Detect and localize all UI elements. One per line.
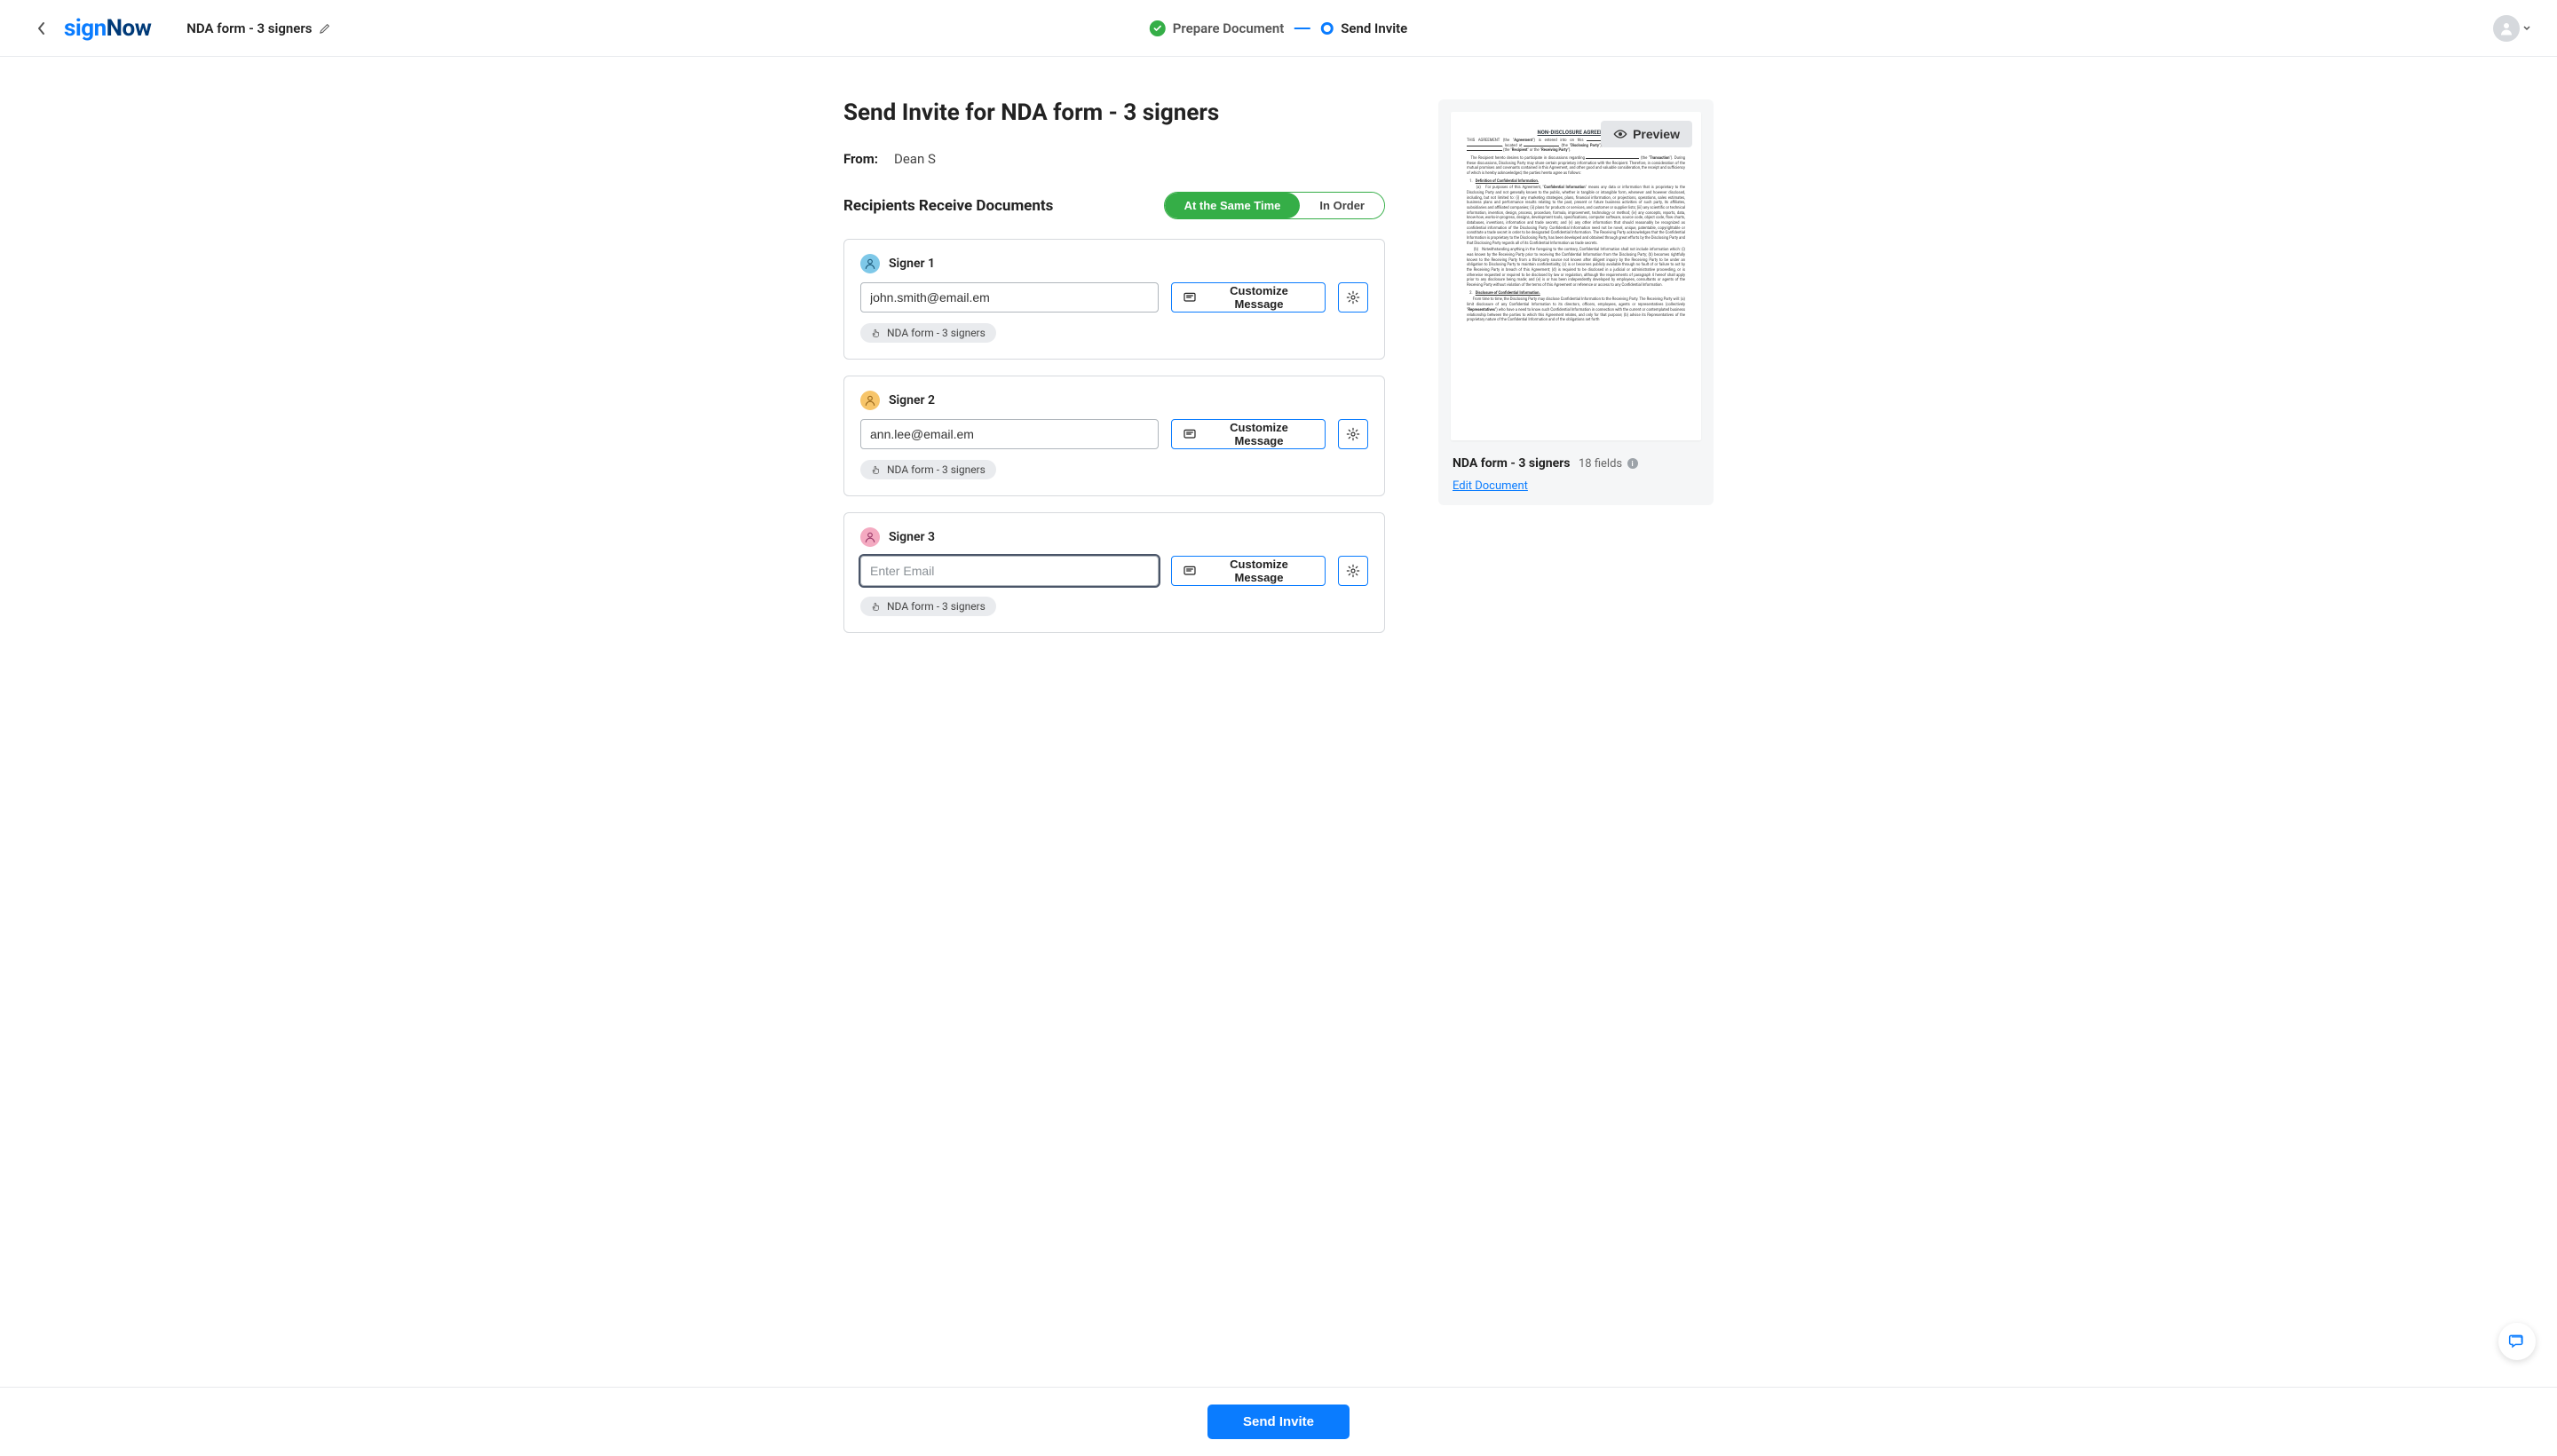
from-label: From: xyxy=(843,151,878,167)
back-button[interactable] xyxy=(27,14,55,43)
from-value: Dean S xyxy=(894,151,936,167)
check-circle-icon xyxy=(1150,20,1166,36)
preview-button[interactable]: Preview xyxy=(1601,121,1692,147)
signer-card: Signer 2 Customize Message NDA form - 3 … xyxy=(843,376,1385,496)
customize-message-button[interactable]: Customize Message xyxy=(1171,282,1326,313)
signer-email-input[interactable] xyxy=(860,419,1159,449)
eye-icon xyxy=(1613,128,1627,140)
step-send-label: Send Invite xyxy=(1341,20,1407,36)
recipients-label: Recipients Receive Documents xyxy=(843,197,1053,215)
doc-preview-body: THIS AGREEMENT (the "Agreement") is ente… xyxy=(1467,138,1685,323)
document-chip-label: NDA form - 3 signers xyxy=(887,463,986,476)
customize-message-label: Customize Message xyxy=(1204,284,1314,311)
user-menu[interactable] xyxy=(2493,15,2530,42)
customize-message-button[interactable]: Customize Message xyxy=(1171,556,1326,586)
person-icon xyxy=(860,527,880,547)
signer-input-row: Customize Message xyxy=(860,282,1368,313)
signer-settings-button[interactable] xyxy=(1338,419,1368,449)
logo: signNow xyxy=(64,15,151,42)
signer-label: Signer 1 xyxy=(889,257,935,271)
chat-icon xyxy=(2508,1333,2526,1350)
document-thumbnail: Preview NON-DISCLOSURE AGREEMENT THIS AG… xyxy=(1451,112,1701,440)
app-header: signNow NDA form - 3 signers Prepare Doc… xyxy=(0,0,2557,57)
logo-now: Now xyxy=(107,15,152,42)
document-chip: NDA form - 3 signers xyxy=(860,460,996,479)
document-chip: NDA form - 3 signers xyxy=(860,597,996,616)
person-icon xyxy=(860,391,880,410)
preview-button-label: Preview xyxy=(1633,127,1680,141)
order-toggle: At the Same Time In Order xyxy=(1164,192,1385,219)
toggle-same-time[interactable]: At the Same Time xyxy=(1165,193,1301,218)
document-chip: NDA form - 3 signers xyxy=(860,323,996,343)
doc-title: NDA form - 3 signers xyxy=(186,20,312,36)
progress-steps: Prepare Document Send Invite xyxy=(1150,20,1407,36)
step-prepare-label: Prepare Document xyxy=(1173,20,1284,36)
customize-message-button[interactable]: Customize Message xyxy=(1171,419,1326,449)
signer-email-input[interactable] xyxy=(860,282,1159,313)
signer-header: Signer 3 xyxy=(860,527,1368,547)
avatar-icon xyxy=(2493,15,2520,42)
preview-panel: Preview NON-DISCLOSURE AGREEMENT THIS AG… xyxy=(1438,99,1714,505)
circle-current-icon xyxy=(1321,22,1334,35)
document-chip-label: NDA form - 3 signers xyxy=(887,600,986,613)
caret-down-icon xyxy=(2523,26,2530,31)
page-title: Send Invite for NDA form - 3 signers xyxy=(843,99,1385,126)
customize-message-label: Customize Message xyxy=(1204,421,1314,447)
signer-input-row: Customize Message xyxy=(860,556,1368,586)
chevron-left-icon xyxy=(36,21,45,36)
footer: Send Invite xyxy=(0,1387,2557,1456)
signer-email-input[interactable] xyxy=(860,556,1159,586)
toggle-in-order[interactable]: In Order xyxy=(1300,193,1384,218)
person-icon xyxy=(860,254,880,273)
step-separator xyxy=(1294,28,1310,29)
doc-title-wrap: NDA form - 3 signers xyxy=(186,20,331,36)
signer-card: Signer 1 Customize Message NDA form - 3 … xyxy=(843,239,1385,360)
document-chip-label: NDA form - 3 signers xyxy=(887,327,986,339)
signer-label: Signer 3 xyxy=(889,530,935,544)
signer-input-row: Customize Message xyxy=(860,419,1368,449)
edit-document-link[interactable]: Edit Document xyxy=(1453,479,1699,493)
signer-header: Signer 2 xyxy=(860,391,1368,410)
send-invite-button[interactable]: Send Invite xyxy=(1207,1405,1350,1439)
edit-pencil-icon[interactable] xyxy=(319,22,331,35)
signer-settings-button[interactable] xyxy=(1338,556,1368,586)
step-prepare[interactable]: Prepare Document xyxy=(1150,20,1284,36)
signer-label: Signer 2 xyxy=(889,393,935,408)
signer-card: Signer 3 Customize Message NDA form - 3 … xyxy=(843,512,1385,633)
help-chat-button[interactable] xyxy=(2498,1323,2536,1360)
preview-fields-count: 18 fields xyxy=(1579,457,1622,471)
customize-message-label: Customize Message xyxy=(1204,558,1314,584)
logo-sign: sign xyxy=(64,15,107,42)
preview-meta: NDA form - 3 signers 18 fields i Edit Do… xyxy=(1451,456,1701,493)
preview-doc-name: NDA form - 3 signers xyxy=(1453,456,1571,471)
signer-header: Signer 1 xyxy=(860,254,1368,273)
step-send: Send Invite xyxy=(1321,20,1407,36)
signer-settings-button[interactable] xyxy=(1338,282,1368,313)
from-row: From: Dean S xyxy=(843,151,1385,167)
recipients-row: Recipients Receive Documents At the Same… xyxy=(843,192,1385,219)
info-icon[interactable]: i xyxy=(1627,458,1638,469)
